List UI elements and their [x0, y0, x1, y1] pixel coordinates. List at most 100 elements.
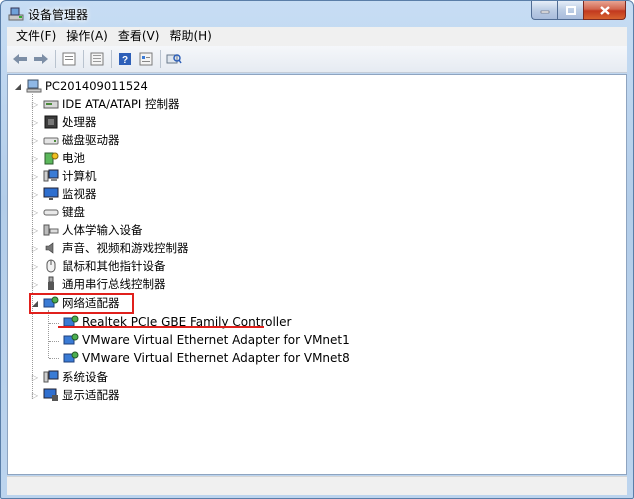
menu-bar: 文件(F) 操作(A) 查看(V) 帮助(H) [7, 27, 627, 46]
tree-item-label: 系统设备 [62, 370, 108, 384]
tree-item-system[interactable]: ▷ 系统设备 [29, 368, 108, 386]
expand-arrow-icon[interactable]: ▷ [29, 98, 41, 110]
expand-arrow-icon[interactable]: ▷ [29, 224, 41, 236]
expand-arrow-icon[interactable]: ▷ [29, 152, 41, 164]
network-adapter-icon [63, 332, 79, 348]
tree-item-label: 键盘 [62, 205, 85, 219]
tree-connector [48, 310, 49, 358]
expand-arrow-icon[interactable]: ▷ [29, 206, 41, 218]
tree-item-label: 鼠标和其他指针设备 [62, 259, 166, 273]
tree-connector [49, 323, 59, 324]
menu-help[interactable]: 帮助(H) [164, 27, 216, 46]
tree-item-keyboard[interactable]: ▷ 键盘 [29, 203, 85, 221]
tree-item-label: 监视器 [62, 187, 97, 201]
disk-drive-icon [43, 132, 59, 148]
toolbar-separator [111, 50, 112, 68]
mouse-icon [43, 258, 59, 274]
usb-icon [43, 276, 59, 292]
tree-item-label: 声音、视频和游戏控制器 [62, 241, 189, 255]
forward-button[interactable] [32, 50, 50, 68]
tree-item-monitor[interactable]: ▷ 监视器 [29, 185, 97, 203]
expand-arrow-icon[interactable]: ▷ [29, 188, 41, 200]
hid-icon [43, 222, 59, 238]
keyboard-icon [43, 204, 59, 220]
scan-hardware-icon [166, 54, 182, 64]
tree-item-usb[interactable]: ▷ 通用串行总线控制器 [29, 275, 166, 293]
highlight-box [29, 293, 134, 314]
menu-action[interactable]: 操作(A) [61, 27, 113, 46]
speaker-icon [43, 240, 59, 256]
toolbar-separator [160, 50, 161, 68]
tree-connector [49, 358, 59, 359]
tree-item-audio[interactable]: ▷ 声音、视频和游戏控制器 [29, 239, 189, 257]
tree-root-label: PC201409011524 [45, 79, 148, 93]
ide-controller-icon [43, 96, 59, 112]
network-device-realtek[interactable]: Realtek PCIe GBE Family Controller [61, 313, 291, 331]
tree-item-label: IDE ATA/ATAPI 控制器 [62, 97, 180, 111]
maximize-icon [565, 5, 576, 15]
device-manager-icon [8, 6, 24, 22]
forward-icon [34, 54, 48, 64]
processor-icon [43, 114, 59, 130]
scan-hardware-button[interactable] [165, 50, 183, 68]
network-device-vmnet1[interactable]: VMware Virtual Ethernet Adapter for VMne… [61, 331, 350, 349]
title-bar[interactable]: 设备管理器 [1, 1, 633, 27]
expand-arrow-icon[interactable]: ▷ [29, 371, 41, 383]
tree-connector [49, 341, 59, 342]
expand-arrow-icon[interactable]: ▷ [29, 278, 41, 290]
tree-item-label: 显示适配器 [62, 388, 120, 402]
view-icon [139, 52, 153, 66]
network-device-label: VMware Virtual Ethernet Adapter for VMne… [82, 333, 350, 347]
tree-item-label: 电池 [62, 151, 85, 165]
close-icon [599, 5, 610, 15]
caption-buttons [531, 1, 626, 20]
menu-view[interactable]: 查看(V) [113, 27, 165, 46]
expand-arrow-icon[interactable]: ▷ [29, 134, 41, 146]
expand-arrow-icon[interactable]: ▷ [29, 260, 41, 272]
tree-item-label: 人体学输入设备 [62, 223, 143, 237]
expand-arrow-icon[interactable]: ▷ [29, 170, 41, 182]
tree-item-label: 通用串行总线控制器 [62, 277, 166, 291]
tree-item-display[interactable]: ▷ 显示适配器 [29, 386, 120, 404]
tree-item-computer[interactable]: ▷ 计算机 [29, 167, 97, 185]
device-tree: ◢ PC201409011524 ▷ IDE ATA/ATAPI 控制器 ▷ 处… [7, 74, 627, 475]
expand-arrow-icon[interactable]: ▷ [29, 389, 41, 401]
tree-item-label: 处理器 [62, 115, 97, 129]
help-button[interactable]: ? [116, 50, 134, 68]
network-device-vmnet8[interactable]: VMware Virtual Ethernet Adapter for VMne… [61, 349, 350, 367]
back-icon [13, 54, 27, 64]
network-device-label: VMware Virtual Ethernet Adapter for VMne… [82, 351, 350, 365]
tree-item-disk[interactable]: ▷ 磁盘驱动器 [29, 131, 120, 149]
expand-arrow-icon[interactable]: ▷ [29, 242, 41, 254]
status-bar [7, 476, 627, 495]
svg-text:?: ? [122, 55, 128, 66]
device-manager-window: 设备管理器 文件(F) 操作(A) 查看(V) 帮助(H) ? ◢ PC2014… [0, 0, 634, 499]
tree-item-hid[interactable]: ▷ 人体学输入设备 [29, 221, 143, 239]
tree-item-ide[interactable]: ▷ IDE ATA/ATAPI 控制器 [29, 95, 180, 113]
maximize-button[interactable] [557, 1, 583, 20]
expand-arrow-icon[interactable]: ▷ [29, 116, 41, 128]
window-title: 设备管理器 [28, 8, 89, 22]
tree-item-battery[interactable]: ▷ 电池 [29, 149, 85, 167]
view-button[interactable] [137, 50, 155, 68]
help-icon: ? [119, 53, 131, 66]
system-device-icon [43, 369, 59, 385]
menu-file[interactable]: 文件(F) [11, 27, 61, 46]
highlight-underline [58, 326, 264, 328]
properties-button[interactable] [60, 50, 78, 68]
toolbar-separator [83, 50, 84, 68]
back-button[interactable] [11, 50, 29, 68]
tree-item-mouse[interactable]: ▷ 鼠标和其他指针设备 [29, 257, 166, 275]
collapse-arrow-icon[interactable]: ◢ [12, 80, 24, 92]
computer-icon [26, 78, 42, 94]
close-button[interactable] [583, 1, 626, 20]
tree-item-cpu[interactable]: ▷ 处理器 [29, 113, 97, 131]
tree-item-label: 磁盘驱动器 [62, 133, 120, 147]
list-button[interactable] [88, 50, 106, 68]
monitor-icon [43, 186, 59, 202]
battery-icon [43, 150, 59, 166]
computer-icon [43, 168, 59, 184]
minimize-button[interactable] [531, 1, 557, 20]
network-adapter-icon [63, 350, 79, 366]
tree-root[interactable]: ◢ PC201409011524 [12, 77, 148, 95]
